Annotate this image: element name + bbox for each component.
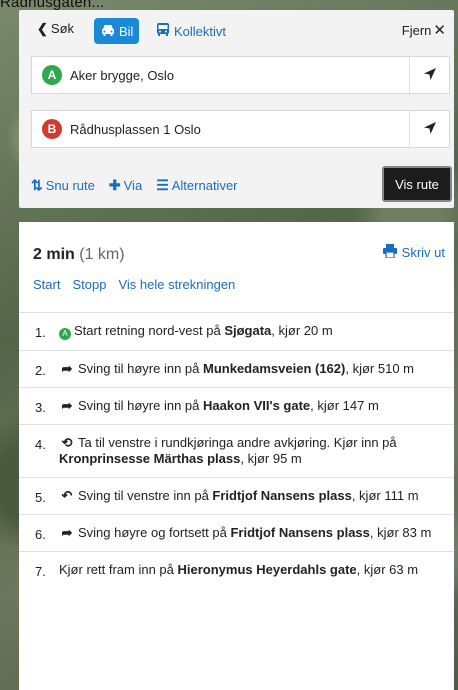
route-time: 2 min [33, 246, 75, 263]
swap-icon: ⇅ [31, 176, 43, 193]
chevron-left-icon: ❮ [37, 21, 48, 36]
bus-icon [155, 22, 171, 40]
turn-right-icon: ➦ [61, 361, 73, 376]
stop-link[interactable]: Stopp [72, 277, 106, 292]
step-text: Start retning nord-vest på [74, 323, 225, 338]
to-input[interactable]: Rådhusplassen 1 Oslo [70, 122, 201, 137]
print-button[interactable]: Skriv ut [382, 244, 445, 261]
step-street: Kronprinsesse Märthas plass [59, 451, 241, 466]
location-arrow-icon [423, 121, 437, 138]
step-street: Sjøgata [224, 323, 272, 338]
alternatives-button[interactable]: ☰ Alternativer [156, 175, 237, 195]
route-actions: ⇅ Snu rute ✚ Via ☰ Alternativer [31, 175, 238, 195]
mode-transit-button[interactable]: Kollektivt [149, 18, 232, 44]
step-number: 4. [35, 437, 46, 452]
step-text: Kjør rett fram inn på [59, 562, 178, 577]
directions-panel: 2 min (1 km) Skriv ut Start Stopp Vis he… [19, 222, 454, 690]
direction-step[interactable]: 1. A Start retning nord-vest på Sjøgata, … [19, 312, 454, 350]
directions-list: 1. A Start retning nord-vest på Sjøgata, … [19, 312, 454, 588]
step-distance: , kjør 95 m [240, 451, 302, 466]
direction-step[interactable]: 2. ➦ Sving til høyre inn på Munkedamsveie… [19, 350, 454, 387]
direction-step[interactable]: 3. ➦ Sving til høyre inn på Haakon VII's … [19, 387, 454, 424]
list-icon: ☰ [156, 176, 169, 193]
remove-label: Fjern [401, 23, 432, 38]
step-text: Sving høyre og fortsett på [78, 525, 231, 540]
mode-bar: ❮ Søk Bil Kollektivt Fjern ✕ [19, 10, 454, 50]
step-text: Sving til høyre inn på [78, 398, 204, 413]
remove-route-button[interactable]: Fjern ✕ [402, 21, 446, 39]
close-icon: ✕ [433, 22, 446, 39]
from-field[interactable]: A Aker brygge, Oslo [31, 56, 450, 94]
swap-route-button[interactable]: ⇅ Snu rute [31, 175, 95, 195]
step-number: 6. [35, 527, 46, 542]
show-route-button[interactable]: Vis rute [382, 166, 452, 202]
mode-car-label: Bil [119, 23, 134, 39]
location-arrow-icon [423, 67, 437, 84]
step-text: Ta til venstre i rundkjøringa andre avkj… [78, 435, 397, 450]
step-street: Munkedamsveien (162) [203, 361, 346, 376]
step-street: Fridtjof Nansens plass [230, 525, 370, 540]
step-distance: , kjør 83 m [369, 525, 432, 540]
print-label: Skriv ut [401, 245, 445, 260]
direction-step[interactable]: 6. ➦ Sving høyre og fortsett på Fridtjof … [19, 514, 454, 551]
step-number: 5. [35, 490, 46, 505]
step-distance: , kjør 111 m [351, 488, 419, 503]
alternatives-label: Alternativer [171, 177, 238, 193]
printer-icon [382, 244, 398, 261]
step-distance: , kjør 147 m [310, 398, 379, 413]
start-icon: A [59, 328, 71, 340]
add-via-button[interactable]: ✚ Via [109, 175, 142, 195]
marker-b-icon: B [42, 119, 62, 139]
turn-right-icon: ➦ [61, 525, 73, 540]
mode-car-button[interactable]: Bil [94, 18, 140, 44]
back-label: Søk [50, 21, 75, 36]
step-number: 3. [35, 400, 46, 415]
direction-step[interactable]: 7. Kjør rett fram inn på Hieronymus Heye… [19, 551, 454, 588]
step-number: 7. [35, 564, 46, 579]
route-planner-panel: ❮ Søk Bil Kollektivt Fjern ✕ A Aker brygge… [19, 10, 454, 208]
step-distance: , kjør 20 m [271, 323, 333, 338]
turn-right-icon: ➦ [61, 398, 73, 413]
from-locate-button[interactable] [409, 57, 449, 93]
step-number: 1. [35, 325, 46, 340]
step-number: 2. [35, 363, 46, 378]
direction-step[interactable]: 5. ↶ Sving til venstre inn på Fridtjof Na… [19, 477, 454, 514]
start-link[interactable]: Start [33, 277, 60, 292]
route-links: Start Stopp Vis hele strekningen [33, 277, 235, 292]
roundabout-icon: ⟲ [61, 435, 73, 450]
turn-left-icon: ↶ [61, 488, 73, 503]
route-summary: 2 min (1 km) [33, 246, 125, 264]
route-distance: (1 km) [79, 246, 125, 263]
step-distance: , kjør 510 m [345, 361, 414, 376]
from-input[interactable]: Aker brygge, Oslo [70, 68, 174, 83]
step-text: Sving til venstre inn på [78, 488, 213, 503]
plus-icon: ✚ [108, 176, 121, 193]
car-icon [100, 23, 116, 40]
step-street: Hieronymus Heyerdahls gate [177, 562, 357, 577]
mode-transit-label: Kollektivt [174, 23, 227, 39]
whole-route-link[interactable]: Vis hele strekningen [118, 277, 235, 292]
swap-label: Snu rute [45, 177, 95, 193]
step-street: Haakon VII's gate [203, 398, 311, 413]
step-street: Fridtjof Nansens plass [212, 488, 352, 503]
back-to-search-button[interactable]: ❮ Søk [37, 21, 74, 37]
step-text: Sving til høyre inn på [78, 361, 204, 376]
direction-step[interactable]: 4. ⟲ Ta til venstre i rundkjøringa andre … [19, 424, 454, 477]
step-distance: , kjør 63 m [356, 562, 419, 577]
marker-a-icon: A [42, 65, 62, 85]
via-label: Via [123, 177, 143, 193]
to-field[interactable]: B Rådhusplassen 1 Oslo [31, 110, 450, 148]
to-locate-button[interactable] [409, 111, 449, 147]
